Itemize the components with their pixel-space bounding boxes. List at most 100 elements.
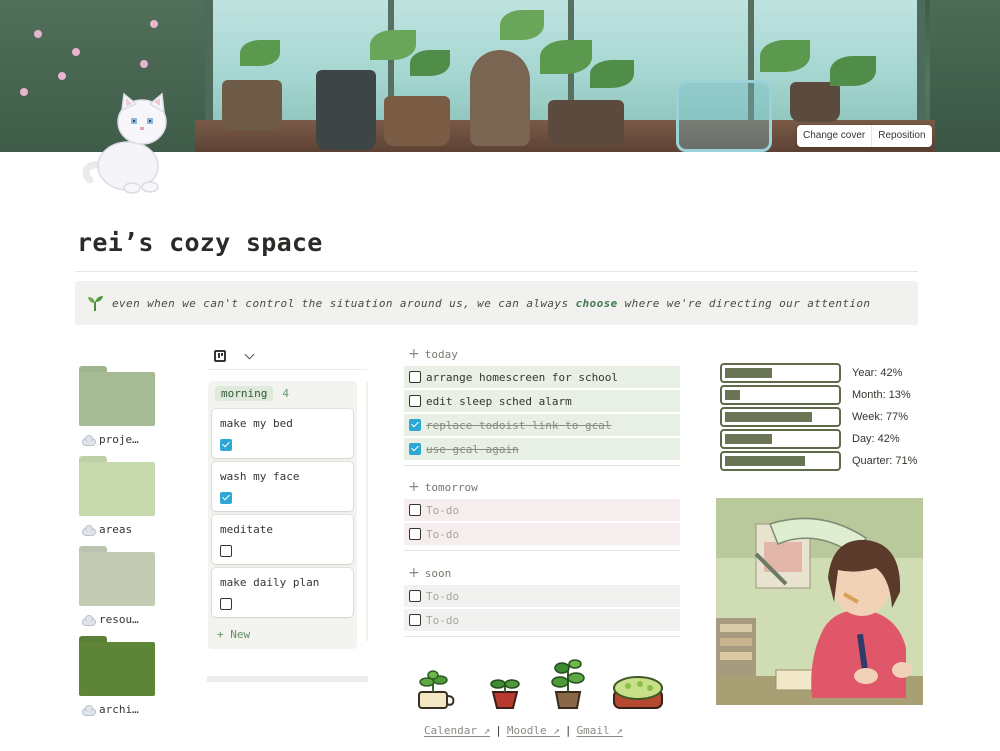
todo-text[interactable]: To-do xyxy=(426,590,459,603)
folder-body xyxy=(79,642,155,696)
card-checkbox[interactable] xyxy=(220,598,232,610)
todo-item[interactable]: arrange homescreen for school xyxy=(404,366,680,388)
quote-callout: even when we can't control the situation… xyxy=(75,281,918,325)
todo-checkbox[interactable] xyxy=(409,528,421,540)
list-header-today[interactable]: + today xyxy=(408,346,458,362)
quick-links: Calendar ↗ | Moodle ↗ | Gmail ↗ xyxy=(424,724,623,737)
todo-item[interactable]: To-do xyxy=(404,585,680,607)
board-view-icon[interactable] xyxy=(214,349,226,362)
card-title: wash my face xyxy=(220,470,300,483)
plant-pot xyxy=(384,96,450,146)
calendar-link[interactable]: Calendar ↗ xyxy=(424,724,490,737)
todo-text[interactable]: edit sleep sched alarm xyxy=(426,395,572,408)
progress-label: Day: 42% xyxy=(852,433,900,445)
plus-icon[interactable]: + xyxy=(408,346,420,362)
leaf xyxy=(500,10,544,40)
todo-item[interactable]: replace todoist link to gcal xyxy=(404,414,680,436)
chevron-down-icon[interactable] xyxy=(244,349,255,359)
cloud-icon xyxy=(80,705,96,716)
folder-label: areas xyxy=(99,523,133,536)
potted-plant-icon xyxy=(418,670,455,709)
folder-link[interactable]: areas xyxy=(80,523,132,536)
todo-text[interactable]: To-do xyxy=(426,614,459,627)
callout-text: even when we can't control the situation… xyxy=(112,297,870,310)
board-card[interactable]: wash my face xyxy=(212,462,353,511)
cloud-icon xyxy=(80,615,96,626)
todo-checkbox[interactable] xyxy=(409,590,421,602)
column-tag[interactable]: morning xyxy=(215,386,274,401)
plus-icon[interactable]: + xyxy=(408,565,420,581)
page-title[interactable]: rei’s cozy space xyxy=(77,228,323,257)
folder-label: resou… xyxy=(99,613,139,626)
progress-bar xyxy=(720,451,841,471)
progress-fill xyxy=(725,412,812,422)
board-next-column xyxy=(366,381,368,641)
list-header-tomorrow[interactable]: + tomorrow xyxy=(408,479,478,495)
progress-label: Week: 77% xyxy=(852,411,909,423)
todo-text[interactable]: replace todoist link to gcal xyxy=(426,419,611,432)
gmail-link[interactable]: Gmail ↗ xyxy=(576,724,622,737)
card-checkbox[interactable] xyxy=(220,439,232,451)
progress-fill xyxy=(725,390,740,400)
todo-checkbox[interactable] xyxy=(409,443,421,455)
todo-checkbox[interactable] xyxy=(409,614,421,626)
todo-item[interactable]: use gcal again xyxy=(404,438,680,460)
folder-icon[interactable] xyxy=(79,546,155,606)
progress-row: Week: 77% xyxy=(720,407,920,427)
folder-link[interactable]: resou… xyxy=(80,613,139,626)
progress-label: Year: 42% xyxy=(852,367,903,379)
todo-text[interactable]: use gcal again xyxy=(426,443,519,456)
card-title: make my bed xyxy=(220,417,293,430)
potted-plant-icon xyxy=(490,679,520,709)
potted-plant-icon xyxy=(613,676,663,709)
folder-icon[interactable] xyxy=(79,636,155,696)
card-checkbox[interactable] xyxy=(220,492,232,504)
cloud-icon xyxy=(80,525,96,536)
callout-text-after: where we're directing our attention xyxy=(617,296,871,310)
todo-item[interactable]: To-do xyxy=(404,609,680,631)
new-card-label: New xyxy=(230,628,251,641)
board-scrollbar[interactable] xyxy=(207,676,368,682)
white-cat-icon[interactable] xyxy=(80,92,170,194)
firefly-jar xyxy=(676,80,772,152)
todo-item[interactable]: edit sleep sched alarm xyxy=(404,390,680,412)
todo-text[interactable]: To-do xyxy=(426,528,459,541)
moodle-link[interactable]: Moodle ↗ xyxy=(507,724,560,737)
board-card[interactable]: meditate xyxy=(212,515,353,564)
new-card-button[interactable]: + New xyxy=(217,628,250,641)
folder-icon[interactable] xyxy=(79,456,155,516)
card-checkbox[interactable] xyxy=(220,545,232,557)
todo-text[interactable]: To-do xyxy=(426,504,459,517)
reposition-button[interactable]: Reposition xyxy=(871,125,931,147)
folder-link[interactable]: proje… xyxy=(80,433,139,446)
progress-row: Day: 42% xyxy=(720,429,920,449)
leaf xyxy=(760,40,810,72)
todo-item[interactable]: To-do xyxy=(404,499,680,521)
plus-icon[interactable]: + xyxy=(408,479,420,495)
board-card[interactable]: make my bed xyxy=(212,409,353,458)
board-card[interactable]: make daily plan xyxy=(212,568,353,617)
change-cover-button[interactable]: Change cover xyxy=(797,125,871,147)
callout-text-emphasis: choose xyxy=(575,296,618,310)
plant-pot xyxy=(470,50,530,146)
list-header-soon[interactable]: + soon xyxy=(408,565,451,581)
cover-wall-right xyxy=(930,0,1000,152)
vase xyxy=(316,70,376,150)
folder-body xyxy=(79,462,155,516)
card-title: make daily plan xyxy=(220,576,320,589)
folder-link[interactable]: archi… xyxy=(80,703,139,716)
folder-label: archi… xyxy=(99,703,139,716)
leaf xyxy=(240,40,280,66)
todo-checkbox[interactable] xyxy=(409,371,421,383)
todo-item[interactable]: To-do xyxy=(404,523,680,545)
progress-label: Quarter: 71% xyxy=(852,455,918,467)
progress-label: Month: 13% xyxy=(852,389,911,401)
cover-controls: Change cover Reposition xyxy=(797,125,932,147)
list-divider xyxy=(404,550,680,551)
folder-icon[interactable] xyxy=(79,366,155,426)
todo-text[interactable]: arrange homescreen for school xyxy=(426,371,618,384)
todo-checkbox[interactable] xyxy=(409,395,421,407)
todo-checkbox[interactable] xyxy=(409,419,421,431)
cloud-icon xyxy=(80,435,96,446)
todo-checkbox[interactable] xyxy=(409,504,421,516)
